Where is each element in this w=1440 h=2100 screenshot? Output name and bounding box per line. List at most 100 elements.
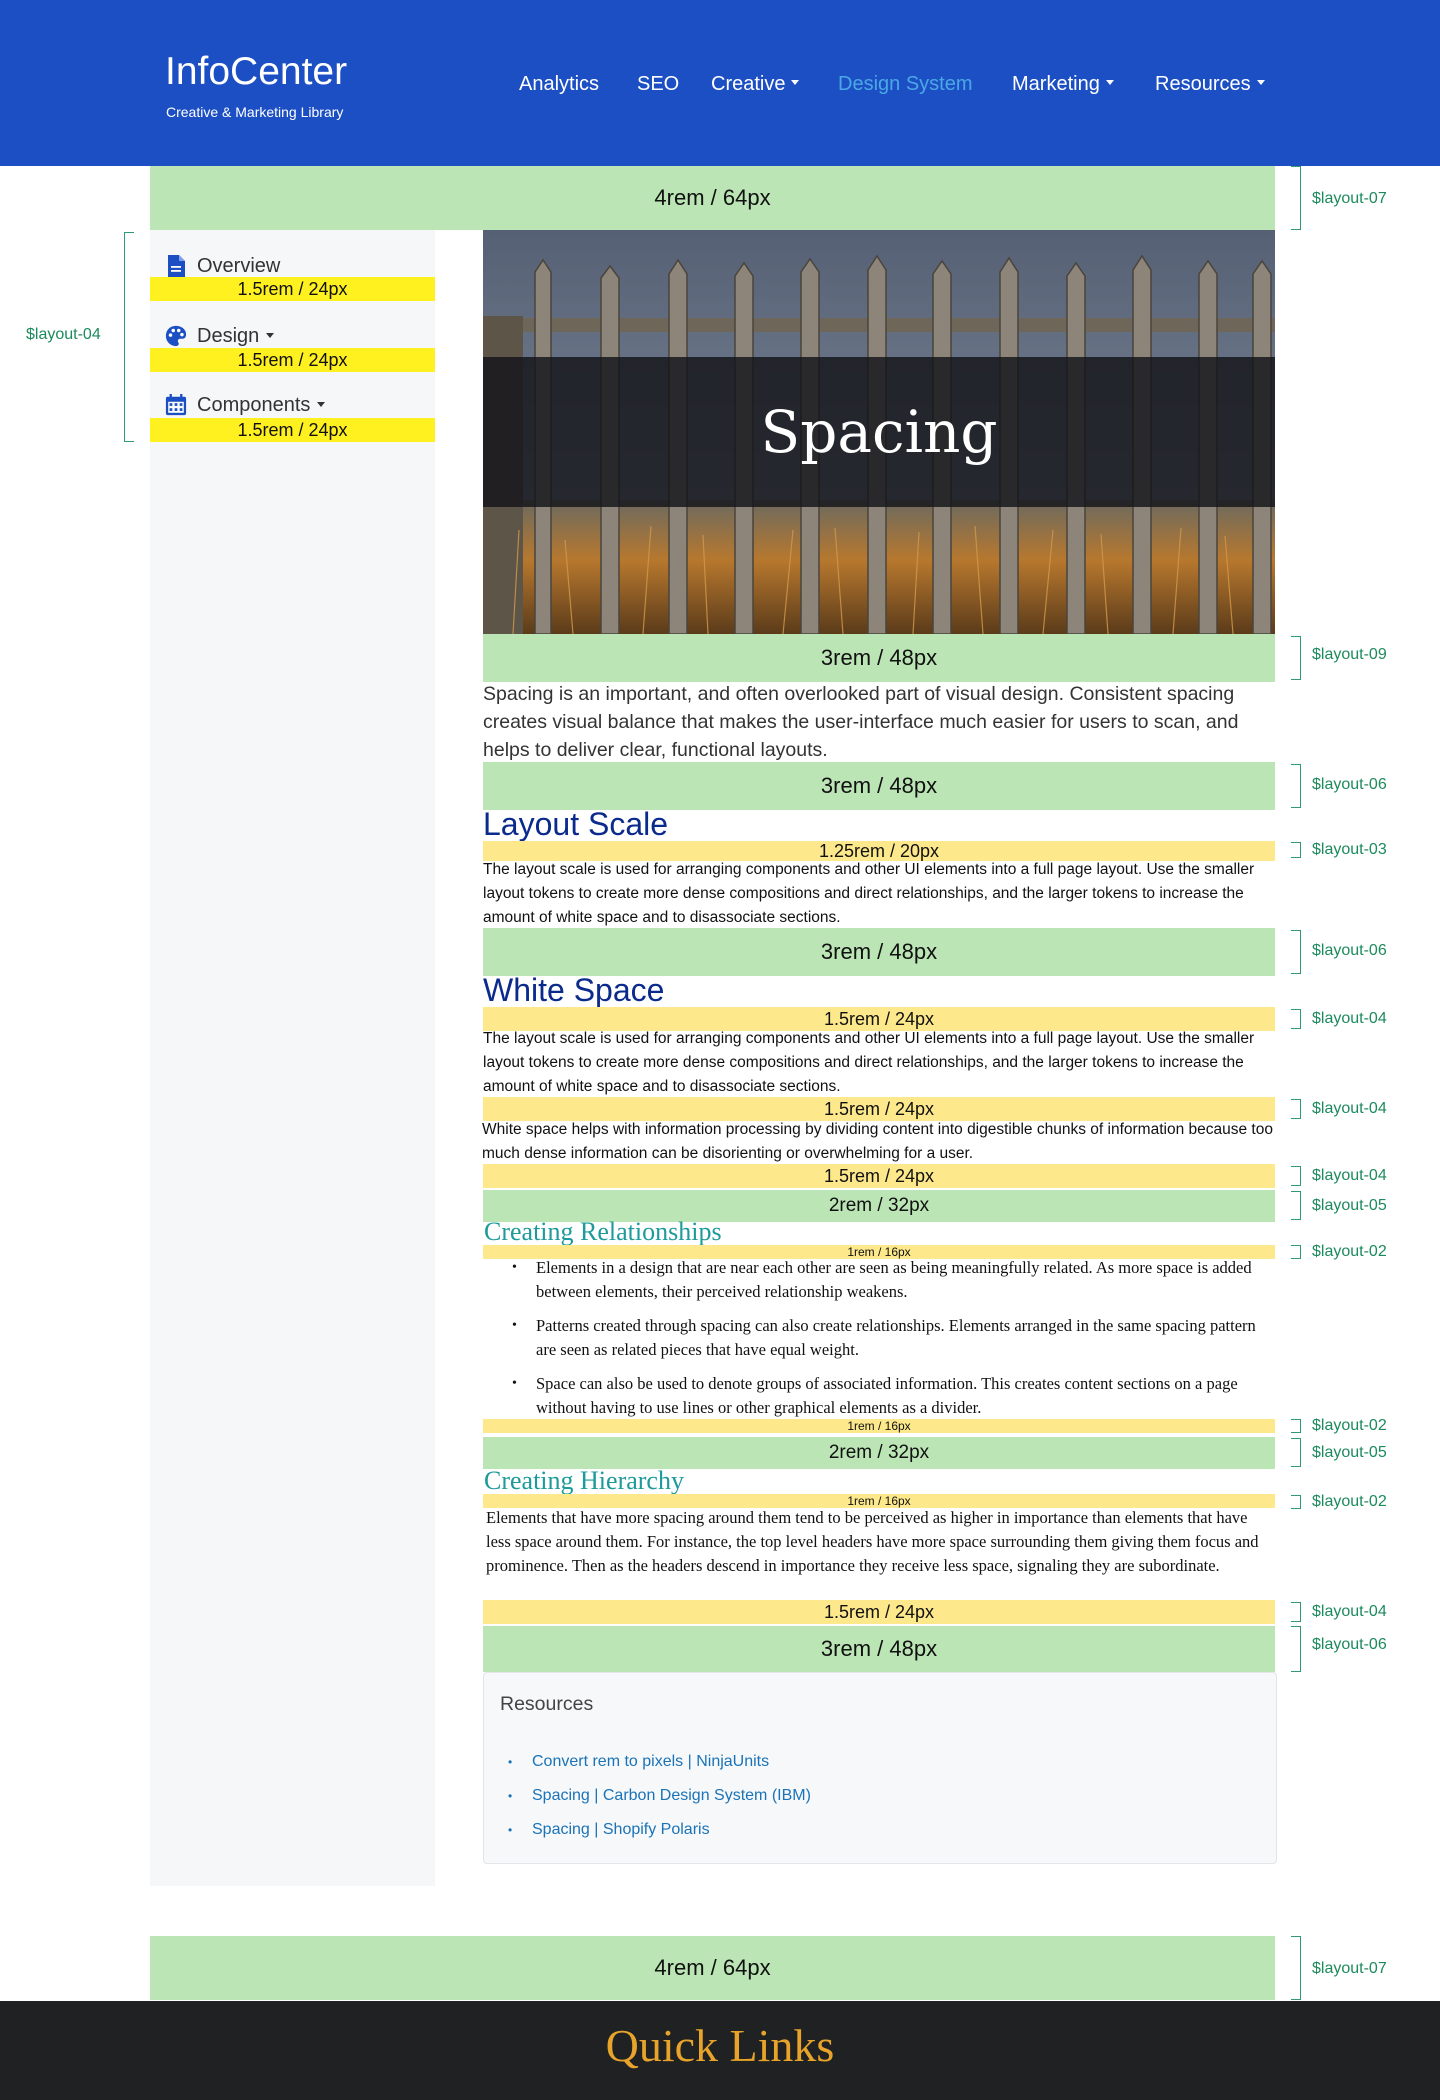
layout-label: $layout-09: [1312, 646, 1387, 663]
nav-seo[interactable]: SEO: [637, 70, 679, 98]
resources-title: Resources: [500, 1693, 594, 1715]
caret-down-icon: [1256, 79, 1265, 85]
nav-label: Analytics: [519, 72, 600, 95]
bracket-marker: [1291, 930, 1301, 974]
spacer-after-hero: 3rem / 48px: [483, 634, 1275, 682]
bracket-marker: [1291, 636, 1301, 680]
spacer-after-intro: 3rem / 48px: [483, 762, 1275, 810]
list-item: Elements in a design that are near each …: [508, 1256, 1278, 1304]
layout-label: $layout-04: [1312, 1100, 1387, 1117]
body-paragraph: The layout scale is used for arranging c…: [483, 861, 1255, 926]
spacer-after-layout-scale: 3rem / 48px: [483, 928, 1275, 976]
layout-label: $layout-05: [1312, 1197, 1387, 1214]
spacer-after-hierarchy: 1.5rem / 24px: [483, 1600, 1275, 1624]
sidebar-item-label: Components: [197, 393, 311, 416]
footer-title: Quick Links: [605, 2020, 835, 2071]
site-footer: Quick Links: [0, 2001, 1440, 2100]
bracket-marker: [1291, 166, 1301, 230]
bracket-marker: [1291, 1099, 1301, 1119]
layout-label: $layout-06: [1312, 776, 1387, 793]
resource-link[interactable]: Spacing | Shopify Polaris: [508, 1819, 811, 1853]
sidebar: [150, 230, 435, 1886]
spacer-bottom: 4rem / 64px: [150, 1936, 1275, 2000]
sidebar-spacer: 1.5rem / 24px: [150, 348, 435, 372]
layout-label: $layout-02: [1312, 1243, 1387, 1260]
resource-link[interactable]: Spacing | Carbon Design System (IBM): [508, 1785, 811, 1819]
spacer-white-space-p2: 1.5rem / 24px: [483, 1164, 1275, 1188]
bracket-marker: [1291, 1626, 1301, 1672]
list-item: Patterns created through spacing can als…: [508, 1314, 1278, 1362]
bracket-marker: [1291, 1166, 1301, 1186]
layout-label: $layout-02: [1312, 1417, 1387, 1434]
nav-analytics[interactable]: Analytics: [519, 70, 599, 98]
layout-label: $layout-07: [1312, 190, 1387, 207]
spacer-top: 4rem / 64px: [150, 166, 1275, 230]
brand-subtitle: Creative & Marketing Library: [166, 104, 344, 120]
nav-label: Creative: [711, 72, 786, 95]
site-header: InfoCenter Creative & Marketing Library …: [0, 0, 1440, 166]
sidebar-item-design[interactable]: Design: [165, 323, 275, 349]
bracket-marker: [1291, 1495, 1301, 1509]
bracket-marker: [1291, 1602, 1301, 1622]
bracket-marker: [1291, 1419, 1301, 1433]
bracket-marker: [1291, 1936, 1301, 2000]
section-heading: Layout Scale: [483, 806, 669, 842]
bracket-marker: [1291, 842, 1301, 858]
body-paragraph: Elements that have more spacing around t…: [486, 1508, 1259, 1575]
caret-down-icon: [317, 401, 326, 407]
layout-label: $layout-05: [1312, 1444, 1387, 1461]
spacer-before-hierarchy: 2rem / 32px: [483, 1437, 1275, 1469]
sidebar-item-label: Design: [197, 324, 260, 347]
nav-resources[interactable]: Resources: [1155, 70, 1265, 98]
layout-label: $layout-04: [26, 326, 101, 343]
bracket-marker: [1291, 1009, 1301, 1029]
hero-banner: Spacing: [483, 230, 1275, 634]
caret-down-icon: [1105, 79, 1114, 85]
list-item: Space can also be used to denote groups …: [508, 1372, 1278, 1420]
layout-label: $layout-03: [1312, 841, 1387, 858]
nav-design-system[interactable]: Design System: [838, 70, 973, 98]
bracket-marker: [1291, 1245, 1301, 1259]
spacer-relationships-list: 1rem / 16px: [483, 1419, 1275, 1433]
layout-label: $layout-06: [1312, 942, 1387, 959]
layout-label: $layout-02: [1312, 1493, 1387, 1510]
bracket-marker: [1291, 764, 1301, 808]
layout-label: $layout-04: [1312, 1603, 1387, 1620]
resources-list: Convert rem to pixels | NinjaUnits Spaci…: [508, 1751, 811, 1853]
resources-card: Resources Convert rem to pixels | NinjaU…: [483, 1672, 1277, 1864]
page-title: Spacing: [760, 398, 998, 466]
relationships-list: Elements in a design that are near each …: [508, 1256, 1278, 1430]
document-icon: [168, 255, 185, 277]
brand-title[interactable]: InfoCenter: [165, 48, 347, 96]
sidebar-item-label: Overview: [197, 254, 281, 277]
palette-icon: [165, 325, 187, 347]
nav-label: Marketing: [1012, 72, 1100, 95]
nav-marketing[interactable]: Marketing: [1012, 70, 1114, 98]
hero-title-band: Spacing: [483, 357, 1275, 507]
caret-down-icon: [791, 79, 800, 85]
sidebar-item-components[interactable]: Components: [165, 392, 326, 418]
spacer-before-resources: 3rem / 48px: [483, 1626, 1275, 1672]
bracket-marker: [124, 232, 134, 442]
section-heading: White Space: [483, 972, 665, 1008]
layout-label: $layout-07: [1312, 1960, 1387, 1977]
sidebar-spacer: 1.5rem / 24px: [150, 418, 435, 442]
subsection-heading: Creating Hierarchy: [484, 1466, 684, 1495]
layout-label: $layout-04: [1312, 1167, 1387, 1184]
layout-label: $layout-04: [1312, 1010, 1387, 1027]
resource-link[interactable]: Convert rem to pixels | NinjaUnits: [508, 1751, 811, 1785]
bracket-marker: [1291, 1191, 1301, 1220]
caret-down-icon: [266, 332, 275, 338]
intro-paragraph: Spacing is an important, and often overl…: [483, 683, 1239, 761]
nav-label: Resources: [1155, 72, 1251, 95]
calendar-icon: [165, 394, 187, 416]
nav-creative[interactable]: Creative: [711, 70, 800, 98]
sidebar-item-overview[interactable]: Overview: [165, 253, 280, 279]
nav-label: SEO: [637, 72, 680, 95]
nav-label: Design System: [838, 72, 973, 95]
sidebar-spacer: 1.5rem / 24px: [150, 277, 435, 301]
subsection-heading: Creating Relationships: [484, 1217, 722, 1246]
body-paragraph: White space helps with information proce…: [482, 1121, 1273, 1162]
body-paragraph: The layout scale is used for arranging c…: [483, 1030, 1255, 1095]
layout-label: $layout-06: [1312, 1636, 1387, 1653]
